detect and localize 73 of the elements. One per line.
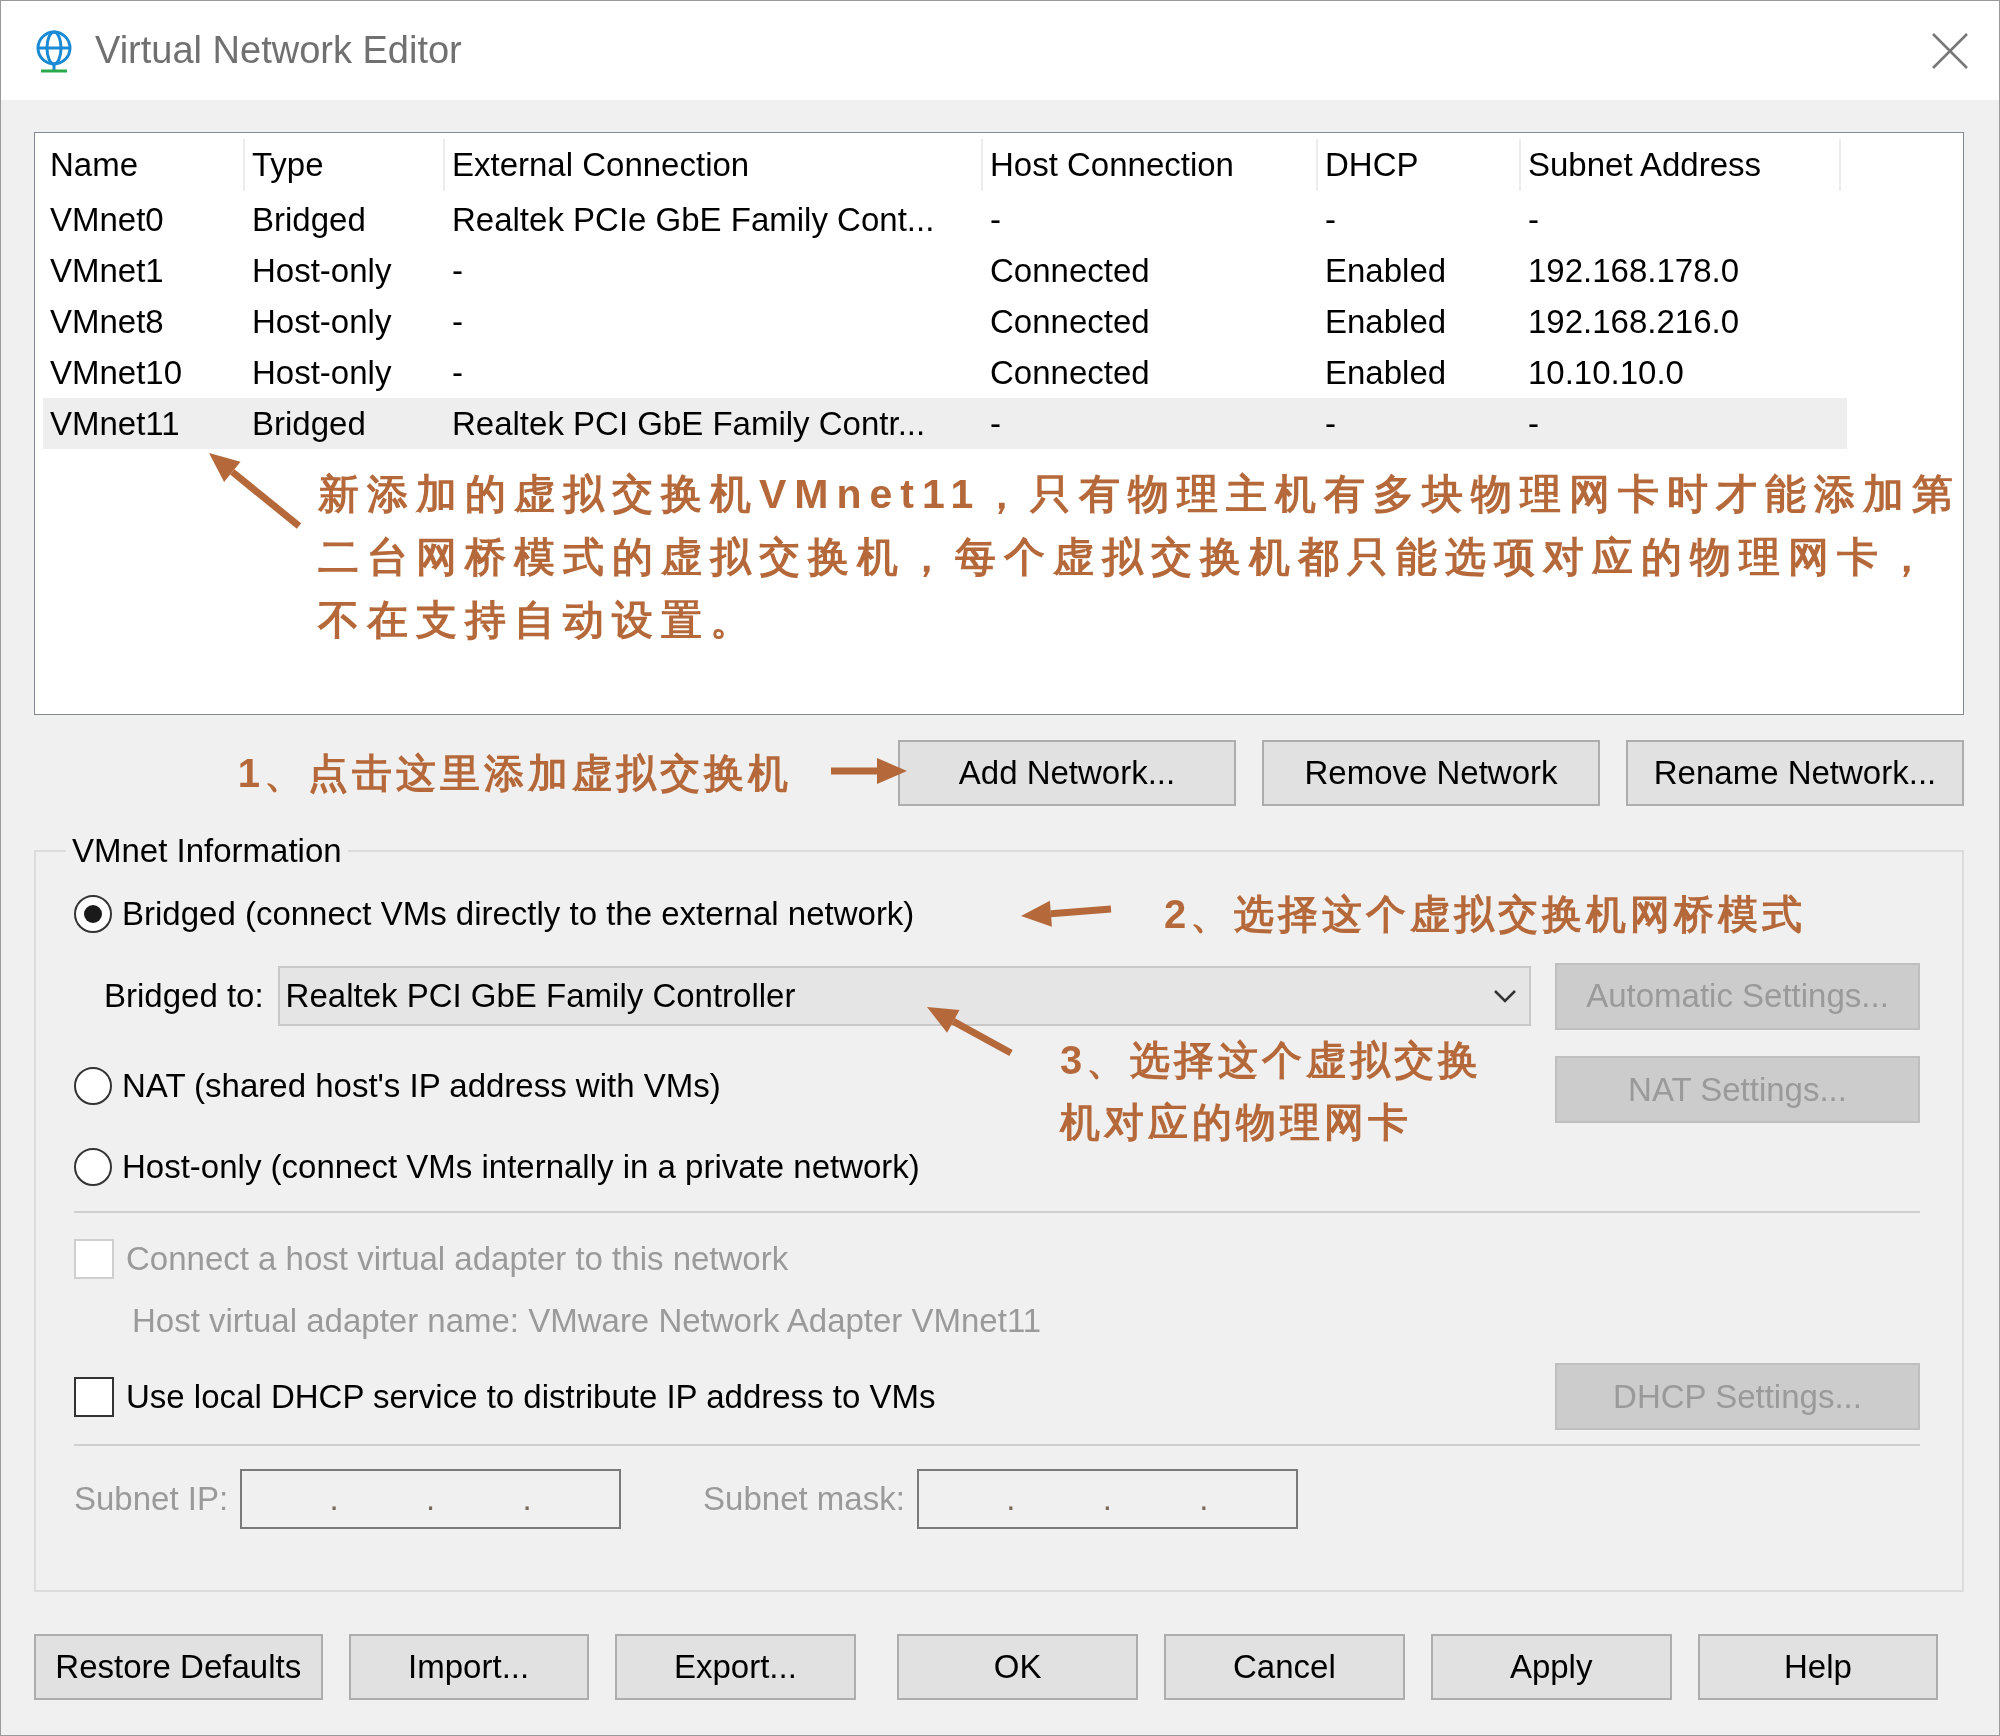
table-cell-text: VMnet10 bbox=[49, 352, 184, 393]
table-cell-text: - bbox=[1527, 403, 1540, 444]
window-title: Virtual Network Editor bbox=[95, 29, 462, 72]
table-cell-text: 192.168.178.0 bbox=[1527, 250, 1741, 291]
table-cell-text: VMnet1 bbox=[49, 250, 165, 291]
table-row[interactable]: VMnet10 Host-only - Connected Enabled 10.10.10.0 bbox=[43, 347, 1963, 398]
table-cell-text: - bbox=[989, 403, 1002, 444]
column-header[interactable]: Name bbox=[43, 139, 245, 191]
dialog-button[interactable]: Export... bbox=[614, 1634, 856, 1700]
table-cell-text: VMnet8 bbox=[49, 301, 165, 342]
checkbox-label: Connect a host virtual adapter to this network bbox=[126, 1240, 789, 1278]
table-row[interactable]: VMnet0 Bridged Realtek PCIe GbE Family Cont... - - - bbox=[43, 194, 1963, 245]
column-header[interactable]: Type bbox=[245, 139, 445, 191]
checkbox[interactable] bbox=[74, 1376, 114, 1417]
field-label: Subnet mask: bbox=[703, 1480, 905, 1518]
network-button[interactable]: Add Network... bbox=[898, 740, 1236, 806]
annotation-text: 1、点击这里添加虚拟交换机 bbox=[237, 749, 792, 797]
table-cell-text: Enabled bbox=[1324, 352, 1448, 393]
annotation-text: 新添加的虚拟交换机VMnet11，只有物理主机有多块物理网卡时才能添加第二台网桥模式的虚拟交换机，每个虚拟交换机都只能选项对应的物理网卡，不在支持自动设置。 bbox=[318, 470, 1963, 645]
table-cell-text: Realtek PCI GbE Family Contr... bbox=[451, 403, 927, 444]
dialog-button[interactable]: OK bbox=[897, 1634, 1139, 1700]
table-cell-text: Host-only bbox=[251, 352, 393, 393]
group-title: VMnet Information bbox=[71, 832, 343, 870]
table-row[interactable]: VMnet11 Bridged Realtek PCI GbE Family Contr... - - - bbox=[43, 398, 1847, 449]
field-label: Subnet IP: bbox=[74, 1480, 229, 1518]
radio-label: NAT (shared host's IP address with VMs) bbox=[122, 1067, 721, 1105]
table-cell-text: VMnet0 bbox=[49, 199, 165, 240]
column-header[interactable]: Host Connection bbox=[983, 139, 1318, 191]
column-header[interactable]: Subnet Address bbox=[1521, 139, 1841, 191]
table-cell-text: Connected bbox=[989, 352, 1151, 393]
table-cell-text: Connected bbox=[989, 301, 1151, 342]
bridged-to-label: Bridged to: bbox=[104, 977, 264, 1015]
dialog-button[interactable]: Restore Defaults bbox=[34, 1634, 323, 1700]
table-cell-text: - bbox=[451, 352, 464, 393]
dialog-button[interactable]: Import... bbox=[348, 1634, 589, 1700]
table-cell-text: Bridged bbox=[251, 403, 367, 444]
table-cell-text: Host-only bbox=[251, 250, 393, 291]
table-row[interactable]: VMnet8 Host-only - Connected Enabled 192.168.216.0 bbox=[43, 296, 1963, 347]
table-cell-text: Enabled bbox=[1324, 250, 1448, 291]
table-cell-text: Host-only bbox=[251, 301, 393, 342]
radio-label: Host-only (connect VMs internally in a private network) bbox=[122, 1148, 920, 1186]
dialog-button[interactable]: Cancel bbox=[1164, 1634, 1405, 1700]
table-cell-text: Enabled bbox=[1324, 301, 1448, 342]
adapter-name-text: Host virtual adapter name: VMware Network Adapter VMnet11 bbox=[132, 1301, 1043, 1341]
table-cell-text: Realtek PCIe GbE Family Cont... bbox=[451, 199, 936, 240]
table-cell-text: 10.10.10.0 bbox=[1527, 352, 1685, 393]
adapter-dropdown[interactable]: Realtek PCI GbE Family Controller bbox=[277, 966, 1531, 1026]
network-button[interactable]: Rename Network... bbox=[1626, 740, 1964, 806]
table-cell-text: - bbox=[451, 301, 464, 342]
table-cell-text: Connected bbox=[989, 250, 1151, 291]
radio-button[interactable] bbox=[74, 895, 112, 933]
dialog-button[interactable]: Help bbox=[1697, 1634, 1939, 1700]
dialog-button[interactable]: Apply bbox=[1430, 1634, 1672, 1700]
annotation-text: 2、选择这个虚拟交换机网桥模式 bbox=[1164, 890, 1807, 938]
table-cell-text: - bbox=[989, 199, 1002, 240]
radio-button[interactable] bbox=[74, 1067, 112, 1105]
checkbox-label: Use local DHCP service to distribute IP address to VMs bbox=[126, 1377, 936, 1416]
radio-button[interactable] bbox=[74, 1148, 112, 1186]
caret-icon bbox=[1493, 989, 1517, 1003]
annotation-text: 3、选择这个虚拟交换机对应的物理网卡 bbox=[1060, 1037, 1484, 1146]
table-cell-text: Bridged bbox=[251, 199, 367, 240]
table-cell-text: 192.168.216.0 bbox=[1527, 301, 1741, 342]
network-button[interactable]: Remove Network bbox=[1262, 740, 1600, 806]
table-cell-text: - bbox=[1527, 199, 1540, 240]
table-cell-text: - bbox=[1324, 199, 1337, 240]
table-cell-text: - bbox=[1324, 403, 1337, 444]
column-header[interactable]: External Connection bbox=[445, 139, 983, 191]
table-cell-text: VMnet11 bbox=[49, 403, 181, 444]
column-header[interactable]: DHCP bbox=[1318, 139, 1521, 191]
radio-label: Bridged (connect VMs directly to the external network) bbox=[122, 895, 915, 933]
table-row[interactable]: VMnet1 Host-only - Connected Enabled 192.168.178.0 bbox=[43, 245, 1963, 296]
close-icon[interactable] bbox=[1931, 31, 1969, 70]
table-cell-text: - bbox=[451, 250, 464, 291]
